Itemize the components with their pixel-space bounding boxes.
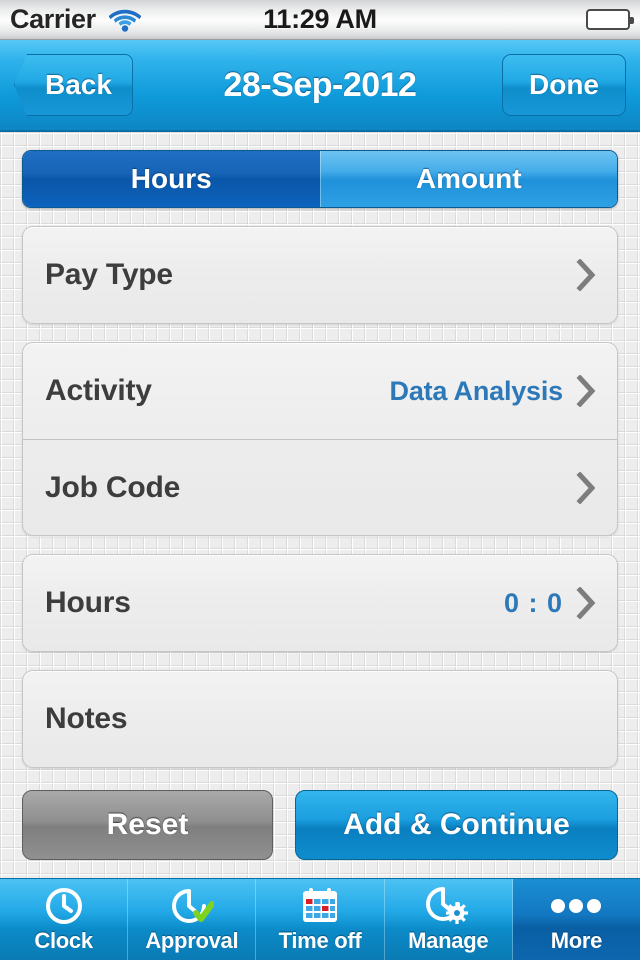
row-label: Hours	[45, 586, 131, 619]
tab-label: Approval	[145, 928, 239, 953]
status-time: 11:29 AM	[263, 4, 377, 34]
app-root: Carrier 11:29 AM Back 28-Sep-2012 Done H…	[0, 0, 640, 960]
tab-approval[interactable]: Approval	[128, 879, 257, 960]
calendar-icon	[300, 885, 340, 927]
hours-amount-segmented-control[interactable]: Hours Amount	[22, 150, 618, 208]
segment-hours[interactable]: Hours	[23, 151, 320, 207]
hours-card: Hours 0 : 0	[22, 554, 618, 652]
battery-icon	[586, 9, 634, 30]
chevron-right-icon	[575, 586, 597, 620]
row-hours[interactable]: Hours 0 : 0	[23, 555, 617, 651]
notes-card: Notes	[22, 670, 618, 768]
chevron-right-icon	[575, 471, 597, 505]
status-right-group	[586, 9, 634, 30]
tab-time-off[interactable]: Time off	[256, 879, 385, 960]
tab-label: Manage	[408, 928, 489, 953]
row-job-code[interactable]: Job Code	[23, 439, 617, 535]
wifi-icon	[108, 7, 142, 33]
clock-icon	[44, 885, 84, 927]
tab-label: Time off	[278, 928, 362, 953]
back-button[interactable]: Back	[14, 54, 133, 116]
tab-clock[interactable]: Clock	[0, 879, 129, 960]
row-notes[interactable]: Notes	[23, 671, 617, 767]
action-buttons: Reset Add & Continue	[22, 790, 618, 860]
row-value: 0 : 0	[503, 587, 563, 618]
clock-gear-icon	[426, 885, 470, 927]
tab-label: Clock	[34, 928, 93, 953]
row-pay-type[interactable]: Pay Type	[23, 227, 617, 323]
tab-label: More	[550, 928, 603, 953]
ellipsis-icon	[548, 885, 604, 927]
row-value: Data Analysis	[389, 375, 564, 406]
chevron-right-icon	[575, 258, 597, 292]
done-button[interactable]: Done	[502, 54, 626, 116]
activity-jobcode-card: Activity Data Analysis Job Code	[22, 342, 618, 536]
pay-type-card: Pay Type	[22, 226, 618, 324]
row-label: Pay Type	[45, 258, 173, 291]
status-bar: Carrier 11:29 AM	[0, 0, 640, 40]
row-label: Notes	[45, 702, 128, 735]
tab-manage[interactable]: Manage	[385, 879, 513, 960]
content-area: Hours Amount Pay Type Activity Data Anal…	[0, 132, 640, 878]
chevron-right-icon	[575, 374, 597, 408]
add-continue-button[interactable]: Add & Continue	[295, 790, 618, 860]
row-label: Activity	[45, 374, 152, 407]
tab-bar: Clock Approval Time off Manage More	[0, 878, 640, 960]
clock-check-icon	[170, 885, 214, 927]
row-label: Job Code	[45, 470, 181, 504]
carrier-label: Carrier	[10, 4, 96, 34]
tab-more[interactable]: More	[512, 879, 640, 960]
row-activity[interactable]: Activity Data Analysis	[23, 343, 617, 439]
segment-amount[interactable]: Amount	[319, 151, 617, 207]
reset-button[interactable]: Reset	[22, 790, 273, 860]
navigation-bar: Back 28-Sep-2012 Done	[0, 40, 640, 132]
